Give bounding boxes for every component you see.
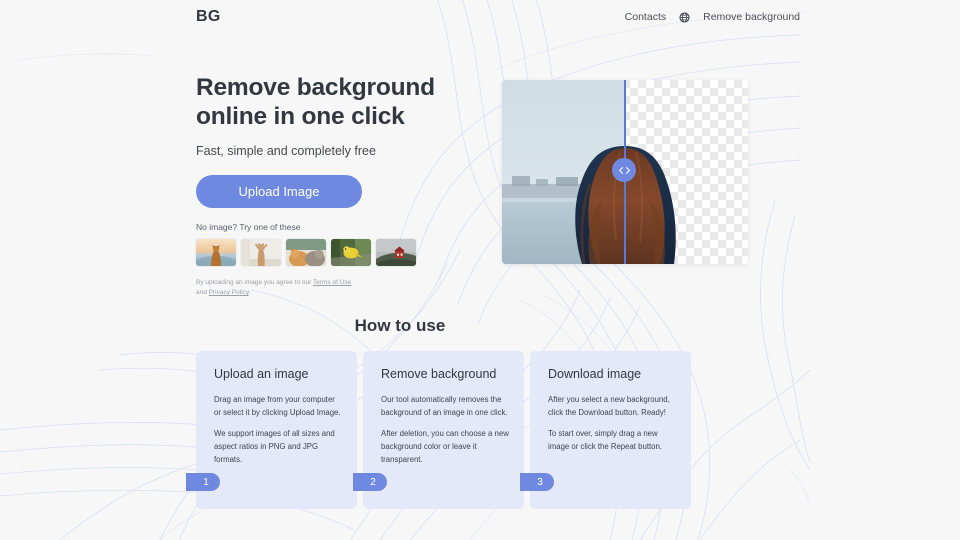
card-paragraph: Our tool automatically removes the backg… [381,394,510,419]
sample-red-house[interactable] [376,239,416,266]
sample-images-label: No image? Try one of these [196,222,486,232]
card-paragraph: After you select a new background, click… [548,394,677,419]
nav-contacts[interactable]: Contacts [625,11,666,23]
site-header: BG Contacts Remove background [0,0,960,36]
how-to-use-cards: Upload an image Drag an image from your … [196,351,766,509]
terms-of-use-link[interactable]: Terms of Use [313,279,351,286]
upload-image-button[interactable]: Upload Image [196,175,362,208]
sample-cat-dog[interactable] [286,239,326,266]
privacy-policy-link[interactable]: Privacy Policy [209,289,249,296]
legal-prefix: By uploading an image you agree to our [196,279,313,286]
globe-icon[interactable] [679,12,690,23]
sample-thumbnails [196,239,486,266]
legal-suffix: . [249,289,251,296]
card-title: Download image [548,367,677,381]
card-paragraph: After deletion, you can choose a new bac… [381,428,510,466]
nav-remove-background[interactable]: Remove background [703,11,800,23]
page-root: BG Contacts Remove background Remove bac… [0,0,960,540]
hero-left-column: Remove background online in one click Fa… [196,74,486,298]
card-paragraph: To start over, simply drag a new image o… [548,428,677,453]
card-paragraph: Drag an image from your computer or sele… [214,394,343,419]
sample-dog-sunset[interactable] [196,239,236,266]
sample-yellow-bird[interactable] [331,239,371,266]
legal-middle: and [196,289,209,296]
logo[interactable]: BG [196,8,221,26]
legal-disclaimer: By uploading an image you agree to our T… [196,278,361,298]
how-to-card-2: Remove background Our tool automatically… [363,351,524,509]
card-step-badge: 3 [520,473,554,491]
before-after-comparison[interactable] [502,80,748,264]
card-step-badge: 1 [186,473,220,491]
how-to-card-3: Download image After you select a new ba… [530,351,691,509]
card-step-badge: 2 [353,473,387,491]
card-paragraph: We support images of all sizes and aspec… [214,428,343,466]
comparison-slider-handle[interactable] [612,158,636,182]
hero-subtitle: Fast, simple and completely free [196,144,486,158]
sample-cat-standing[interactable] [241,239,281,266]
how-to-card-1: Upload an image Drag an image from your … [196,351,357,509]
card-title: Remove background [381,367,510,381]
how-to-use-title: How to use [0,316,960,336]
main-nav: Contacts Remove background [625,11,800,23]
card-title: Upload an image [214,367,343,381]
left-right-chevrons-icon [618,166,631,175]
page-title: Remove background online in one click [196,74,486,132]
